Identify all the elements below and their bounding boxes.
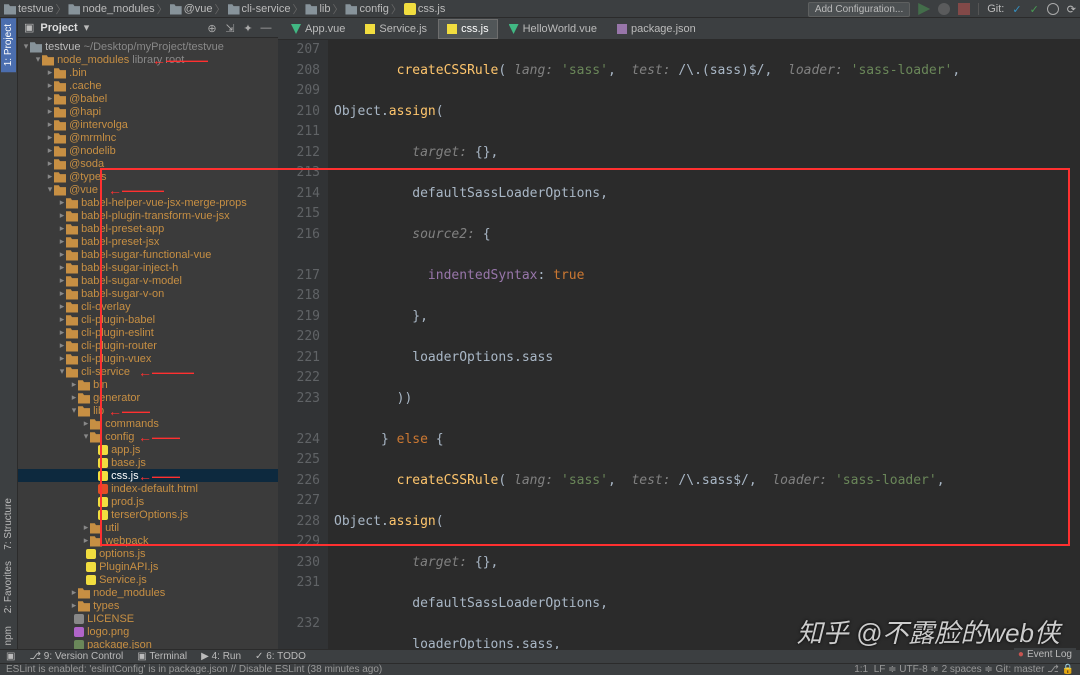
bottom-terminal[interactable]: ▣ Terminal bbox=[137, 651, 187, 662]
code-editor[interactable]: 2072082092102112122132142152162172182192… bbox=[278, 40, 1080, 651]
crumb-5[interactable]: config bbox=[345, 3, 388, 15]
editor-area: App.vue Service.js css.js HelloWorld.vue… bbox=[278, 18, 1080, 651]
tab-service-js[interactable]: Service.js bbox=[356, 19, 436, 39]
tab-project[interactable]: 1: Project bbox=[1, 18, 16, 72]
crumb-3[interactable]: cli-service bbox=[228, 3, 291, 15]
tab-favorites[interactable]: 2: Favorites bbox=[1, 555, 16, 619]
status-git-branch[interactable]: Git: master bbox=[996, 664, 1045, 675]
bottom-todo[interactable]: ✓ 6: TODO bbox=[255, 651, 306, 662]
crumb-4[interactable]: lib bbox=[305, 3, 330, 15]
add-configuration-button[interactable]: Add Configuration... bbox=[808, 2, 910, 17]
tab-app-vue[interactable]: App.vue bbox=[282, 19, 354, 39]
collapse-all-icon[interactable]: ✦ bbox=[242, 22, 254, 34]
select-opened-file-icon[interactable]: ⊕ bbox=[206, 22, 218, 34]
status-encoding[interactable]: UTF-8 bbox=[899, 664, 927, 675]
status-cursor-pos[interactable]: 1:1 bbox=[854, 664, 868, 675]
toggle-tools-icon[interactable]: ▣ bbox=[6, 651, 15, 662]
project-tree[interactable]: ▾ testvue ~/Desktop/myProject/testvue ▾ … bbox=[18, 38, 278, 651]
debug-icon[interactable] bbox=[938, 3, 950, 15]
status-indent[interactable]: 2 spaces bbox=[942, 664, 982, 675]
hide-icon[interactable]: — bbox=[260, 22, 272, 34]
breadcrumb-bar: testvue 〉 node_modules 〉 @vue 〉 cli-serv… bbox=[0, 0, 1080, 18]
expand-all-icon[interactable]: ⇲ bbox=[224, 22, 236, 34]
crumb-1[interactable]: node_modules bbox=[68, 3, 154, 15]
tab-helloworld-vue[interactable]: HelloWorld.vue bbox=[500, 19, 606, 39]
search-icon[interactable] bbox=[1047, 3, 1059, 15]
left-toolbar: 1: Project 7: Structure 2: Favorites npm bbox=[0, 18, 18, 651]
tab-structure[interactable]: 7: Structure bbox=[1, 492, 16, 556]
project-panel: ▣ Project ▾ ⊕ ⇲ ✦ — ▾ testvue ~/Desktop/… bbox=[18, 18, 278, 651]
status-line-ending[interactable]: LF bbox=[874, 664, 886, 675]
status-bar: ESLint is enabled: 'eslintConfig' is in … bbox=[0, 663, 1080, 675]
tab-npm[interactable]: npm bbox=[1, 620, 16, 651]
tree-selected-css-js: css.js←—— bbox=[18, 469, 278, 482]
editor-tabs: App.vue Service.js css.js HelloWorld.vue… bbox=[278, 18, 1080, 40]
tab-css-js[interactable]: css.js bbox=[438, 19, 498, 39]
crumb-file[interactable]: css.js bbox=[404, 3, 446, 15]
git-label: Git: bbox=[987, 3, 1004, 15]
stop-icon[interactable] bbox=[958, 3, 970, 15]
project-minimize-icon[interactable]: ▣ bbox=[24, 21, 34, 34]
sync-icon[interactable]: ⟳ bbox=[1067, 3, 1076, 16]
line-gutter: 2072082092102112122132142152162172182192… bbox=[278, 40, 328, 651]
git-commit-icon[interactable]: ✓ bbox=[1030, 3, 1039, 16]
project-title[interactable]: Project bbox=[40, 22, 77, 34]
run-icon[interactable] bbox=[918, 3, 930, 15]
project-dropdown-icon[interactable]: ▾ bbox=[84, 21, 90, 34]
status-lock-icon[interactable]: 🔒 bbox=[1062, 664, 1074, 675]
bottom-run[interactable]: ▶ 4: Run bbox=[201, 651, 241, 662]
breadcrumb-sep: 〉 bbox=[55, 1, 66, 17]
crumb-root[interactable]: testvue bbox=[4, 3, 53, 15]
status-eslint-msg[interactable]: ESLint is enabled: 'eslintConfig' is in … bbox=[6, 664, 382, 675]
bottom-toolbar: ▣ ⎇ 9: Version Control ▣ Terminal ▶ 4: R… bbox=[0, 649, 1080, 663]
crumb-2[interactable]: @vue bbox=[170, 3, 213, 15]
tab-package-json[interactable]: package.json bbox=[608, 19, 705, 39]
bottom-vc[interactable]: ⎇ 9: Version Control bbox=[29, 651, 123, 662]
code-content[interactable]: createCSSRule( lang: 'sass', test: /\.(s… bbox=[328, 40, 1080, 651]
git-update-icon[interactable]: ✓ bbox=[1012, 3, 1021, 16]
watermark: 知乎 @不露脸的web侠 bbox=[797, 613, 1060, 650]
